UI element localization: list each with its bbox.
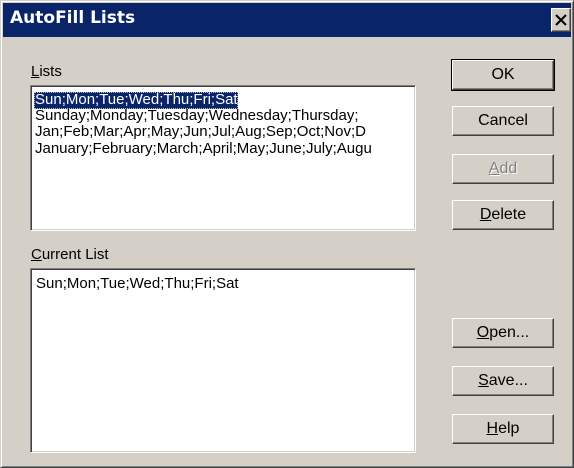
open-button-accel: O: [476, 324, 490, 341]
ok-button[interactable]: OK: [451, 59, 555, 91]
current-list-label-accel: C: [31, 246, 42, 263]
open-button[interactable]: Open...: [452, 318, 554, 348]
save-button-rest: ave...: [488, 372, 528, 389]
lists-label: Lists: [31, 63, 62, 80]
cancel-button-label: Cancel: [478, 112, 528, 129]
help-button-accel: H: [486, 420, 499, 437]
current-list-value: Sun;Mon;Tue;Wed;Thu;Fri;Sat: [36, 275, 239, 292]
save-button[interactable]: Save...: [452, 366, 554, 396]
ok-button-label: OK: [491, 66, 515, 83]
help-button-rest: elp: [498, 420, 520, 437]
lists-label-rest: ists: [39, 63, 62, 80]
title-bar[interactable]: AutoFill Lists: [3, 3, 571, 37]
save-button-accel: S: [478, 372, 489, 389]
window-title: AutoFill Lists: [10, 8, 136, 28]
current-list-textarea[interactable]: Sun;Mon;Tue;Wed;Thu;Fri;Sat: [30, 268, 416, 453]
delete-button-accel: D: [479, 206, 492, 223]
autofill-lists-dialog: AutoFill Lists Lists Sun;Mon;Tue;Wed;Thu…: [0, 0, 574, 468]
add-button[interactable]: Add: [452, 154, 554, 184]
list-item[interactable]: January;February;March;April;May;June;Ju…: [34, 141, 372, 158]
add-button-accel: A: [488, 160, 500, 177]
current-list-label-rest: urrent List: [41, 246, 109, 263]
open-button-rest: pen...: [489, 324, 530, 341]
delete-button[interactable]: Delete: [452, 200, 554, 230]
add-button-rest: dd: [499, 160, 518, 177]
delete-button-rest: elete: [491, 206, 527, 223]
close-button[interactable]: [551, 8, 571, 32]
list-item[interactable]: Jan;Feb;Mar;Apr;May;Jun;Jul;Aug;Sep;Oct;…: [34, 124, 366, 141]
cancel-button[interactable]: Cancel: [452, 106, 554, 136]
close-icon: [555, 14, 567, 26]
current-list-label: Current List: [31, 246, 109, 263]
help-button[interactable]: Help: [452, 414, 554, 444]
lists-listbox[interactable]: Sun;Mon;Tue;Wed;Thu;Fri;Sat Sunday;Monda…: [30, 85, 416, 231]
